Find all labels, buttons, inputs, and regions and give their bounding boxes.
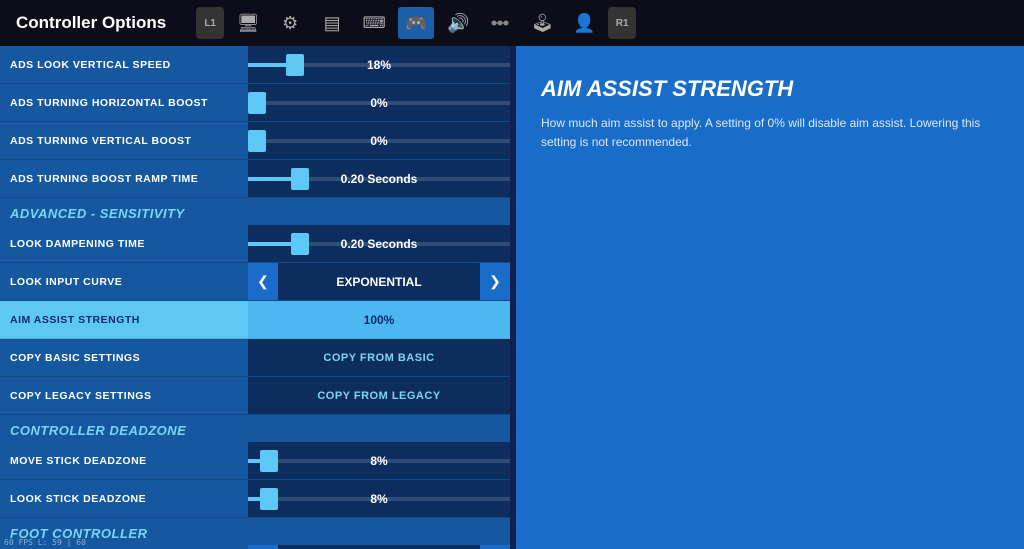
l1-badge-wrap: L1 [196, 7, 224, 39]
right-panel: AIM ASSIST STRENGTH How much aim assist … [516, 46, 1024, 549]
enable-foot-controller-right-arrow[interactable]: ❯ [480, 545, 510, 549]
value-text-move-stick-deadzone: 8% [370, 454, 387, 468]
network-icon[interactable] [482, 7, 518, 39]
look-input-curve-right-arrow[interactable]: ❯ [480, 263, 510, 300]
main-layout: ADS LOOK VERTICAL SPEED 18% ADS TURNING … [0, 46, 1024, 549]
value-text-ads-turning-vertical-boost: 0% [370, 134, 387, 148]
copy-row-basic-settings[interactable]: COPY BASIC SETTINGS COPY FROM BASIC [0, 339, 510, 377]
setting-row-look-dampening-time[interactable]: LOOK DAMPENING TIME 0.20 Seconds [0, 225, 510, 263]
list-icon[interactable]: ▤ [314, 7, 350, 39]
gear-icon[interactable]: ⚙ [272, 7, 308, 39]
setting-value-ads-look-vertical-speed[interactable]: 18% [248, 46, 510, 83]
setting-row-look-input-curve[interactable]: LOOK INPUT CURVE ❮ EXPONENTIAL ❯ [0, 263, 510, 301]
value-text-look-input-curve: EXPONENTIAL [336, 275, 421, 289]
speaker-icon[interactable]: 🔊 [440, 7, 476, 39]
setting-value-ads-turning-vertical-boost[interactable]: 0% [248, 122, 510, 159]
controller-icon[interactable]: 🎮 [398, 7, 434, 39]
setting-row-ads-turning-vertical-boost[interactable]: ADS TURNING VERTICAL BOOST 0% [0, 122, 510, 160]
copy-from-legacy-button[interactable]: COPY FROM LEGACY [248, 377, 510, 414]
detail-description: How much aim assist to apply. A setting … [541, 114, 999, 152]
setting-value-look-input-curve: EXPONENTIAL [278, 263, 480, 300]
value-text-ads-look-vertical-speed: 18% [367, 58, 391, 72]
setting-label-ads-turning-horizontal-boost: ADS TURNING HORIZONTAL BOOST [0, 97, 248, 109]
r1-badge-wrap: R1 [608, 7, 636, 39]
value-text-ads-turning-boost-ramp-time: 0.20 Seconds [341, 172, 418, 186]
l1-badge[interactable]: L1 [196, 7, 224, 39]
value-text-look-dampening-time: 0.20 Seconds [341, 237, 418, 251]
setting-value-ads-turning-boost-ramp-time[interactable]: 0.20 Seconds [248, 160, 510, 197]
setting-label-look-input-curve: LOOK INPUT CURVE [0, 276, 248, 288]
look-input-curve-left-arrow[interactable]: ❮ [248, 263, 278, 300]
setting-row-ads-look-vertical-speed[interactable]: ADS LOOK VERTICAL SPEED 18% [0, 46, 510, 84]
top-bar: Controller Options L1 🖥 ⚙ ▤ ⌨ 🎮 🔊 [0, 0, 1024, 46]
person-icon[interactable]: 👤 [566, 7, 602, 39]
keyboard-icon[interactable]: ⌨ [356, 7, 392, 39]
setting-row-move-stick-deadzone[interactable]: MOVE STICK DEADZONE 8% [0, 442, 510, 480]
window-title: Controller Options [16, 13, 166, 33]
copy-row-legacy-settings[interactable]: COPY LEGACY SETTINGS COPY FROM LEGACY [0, 377, 510, 415]
section-header-controller-deadzone: CONTROLLER DEADZONE [0, 415, 510, 442]
setting-value-look-stick-deadzone[interactable]: 8% [248, 480, 510, 517]
setting-label-look-dampening-time: LOOK DAMPENING TIME [0, 238, 248, 250]
setting-value-aim-assist-strength[interactable]: 100% [248, 301, 510, 338]
enable-foot-controller-left-arrow[interactable]: ❮ [248, 545, 278, 549]
r1-badge[interactable]: R1 [608, 7, 636, 39]
setting-row-ads-turning-boost-ramp-time[interactable]: ADS TURNING BOOST RAMP TIME 0.20 Seconds [0, 160, 510, 198]
copy-label-legacy-settings: COPY LEGACY SETTINGS [0, 390, 248, 402]
value-text-aim-assist-strength: 100% [364, 313, 395, 327]
setting-value-look-dampening-time[interactable]: 0.20 Seconds [248, 225, 510, 262]
monitor-icon[interactable]: 🖥 [230, 7, 266, 39]
setting-value-enable-foot-controller: OFF [278, 545, 480, 549]
gamepad-icon[interactable]: 🕹 [524, 7, 560, 39]
setting-label-move-stick-deadzone: MOVE STICK DEADZONE [0, 455, 248, 467]
section-header-advanced-sensitivity: ADVANCED - SENSITIVITY [0, 198, 510, 225]
setting-row-look-stick-deadzone[interactable]: LOOK STICK DEADZONE 8% [0, 480, 510, 518]
copy-label-basic-settings: COPY BASIC SETTINGS [0, 352, 248, 364]
setting-row-ads-turning-horizontal-boost[interactable]: ADS TURNING HORIZONTAL BOOST 0% [0, 84, 510, 122]
nav-icons: L1 🖥 ⚙ ▤ ⌨ 🎮 🔊 🕹 👤 R1 [196, 7, 636, 39]
value-text-ads-turning-horizontal-boost: 0% [370, 96, 387, 110]
setting-label-ads-look-vertical-speed: ADS LOOK VERTICAL SPEED [0, 59, 248, 71]
setting-row-aim-assist-strength[interactable]: AIM ASSIST STRENGTH 100% [0, 301, 510, 339]
setting-value-ads-turning-horizontal-boost[interactable]: 0% [248, 84, 510, 121]
detail-title: AIM ASSIST STRENGTH [541, 76, 999, 102]
copy-from-basic-button[interactable]: COPY FROM BASIC [248, 339, 510, 376]
setting-value-move-stick-deadzone[interactable]: 8% [248, 442, 510, 479]
fps-counter: 60 FPS L: 59 | 60 [4, 538, 86, 547]
setting-label-aim-assist-strength: AIM ASSIST STRENGTH [0, 314, 248, 326]
value-text-look-stick-deadzone: 8% [370, 492, 387, 506]
left-panel: ADS LOOK VERTICAL SPEED 18% ADS TURNING … [0, 46, 510, 549]
setting-label-ads-turning-vertical-boost: ADS TURNING VERTICAL BOOST [0, 135, 248, 147]
setting-label-ads-turning-boost-ramp-time: ADS TURNING BOOST RAMP TIME [0, 173, 248, 185]
setting-label-look-stick-deadzone: LOOK STICK DEADZONE [0, 493, 248, 505]
